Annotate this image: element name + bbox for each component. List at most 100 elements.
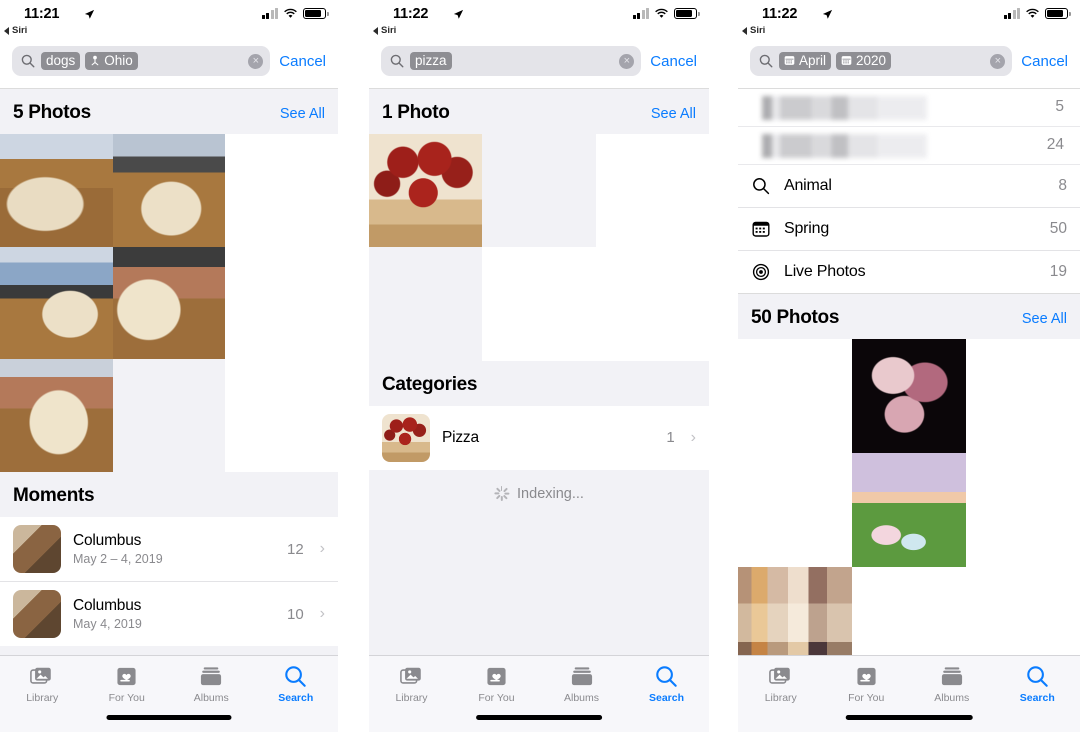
- battery-icon: [303, 8, 329, 19]
- spinner-icon: [494, 486, 510, 502]
- suggestion-row-spring[interactable]: Spring 50: [738, 208, 1080, 251]
- tab-bar: Library For You Albums Search: [0, 655, 338, 732]
- category-title: Pizza: [442, 428, 479, 446]
- suggestion-row-animal[interactable]: Animal 8: [738, 165, 1080, 208]
- tab-label: Library: [26, 692, 59, 704]
- tab-for-you[interactable]: For You: [454, 664, 539, 704]
- search-token-ohio[interactable]: Ohio: [85, 52, 138, 70]
- suggestions-list: 5 24 Animal 8 Spring 50 Live Photos 19: [738, 89, 1080, 293]
- home-indicator[interactable]: [106, 715, 232, 720]
- photo-grid: [738, 339, 1080, 655]
- home-indicator[interactable]: [476, 715, 602, 720]
- search-icon: [21, 54, 35, 68]
- search-input[interactable]: pizza ×: [381, 46, 642, 76]
- back-to-app-button[interactable]: Siri: [742, 25, 765, 36]
- photo-thumbnail[interactable]: [738, 453, 852, 567]
- moment-thumbnail: [13, 525, 61, 574]
- photo-thumbnail[interactable]: [852, 567, 966, 655]
- categories-list: Pizza 1 ›: [369, 405, 709, 470]
- home-indicator[interactable]: [845, 715, 973, 720]
- tab-bar: Library For You Albums Search: [738, 655, 1080, 732]
- back-to-app-button[interactable]: Siri: [373, 25, 396, 36]
- tab-search[interactable]: Search: [254, 664, 339, 704]
- photos-count-title: 1 Photo: [382, 102, 450, 123]
- token-label: Ohio: [104, 53, 133, 68]
- cancel-button[interactable]: Cancel: [279, 53, 326, 70]
- photo-thumbnail[interactable]: [112, 134, 226, 247]
- clear-search-button[interactable]: ×: [248, 53, 264, 69]
- tab-label: For You: [478, 692, 515, 704]
- cancel-button[interactable]: Cancel: [1021, 53, 1068, 70]
- back-triangle-icon: [373, 26, 378, 35]
- search-icon: [655, 664, 678, 688]
- clear-search-button[interactable]: ×: [990, 53, 1006, 69]
- chevron-right-icon: ›: [319, 605, 325, 623]
- tab-label: Search: [648, 692, 685, 704]
- wifi-icon: [1026, 8, 1039, 18]
- tab-for-you[interactable]: For You: [824, 664, 910, 704]
- phone-panel-pizza: 11:22 Siri pizza × Cancel 1 Photo See Al…: [369, 0, 709, 732]
- photo-thumbnail[interactable]: [852, 339, 967, 454]
- search-input[interactable]: April 2020 ×: [750, 46, 1013, 76]
- photo-thumbnail[interactable]: [738, 339, 852, 453]
- status-indicators: [632, 8, 700, 19]
- see-all-link[interactable]: See All: [1022, 311, 1067, 327]
- live-photos-icon: [751, 262, 771, 282]
- signal-bars-icon: [632, 8, 649, 19]
- moment-row[interactable]: Columbus May 2 – 4, 2019 12 ›: [0, 517, 338, 583]
- photo-thumbnail[interactable]: [852, 453, 967, 568]
- category-text: Pizza: [442, 429, 654, 447]
- tab-search[interactable]: Search: [995, 664, 1080, 704]
- tab-albums[interactable]: Albums: [909, 664, 995, 704]
- back-to-app-button[interactable]: Siri: [4, 25, 27, 36]
- indexing-label: Indexing...: [517, 485, 584, 502]
- search-token-april[interactable]: April: [779, 52, 832, 70]
- search-token-dogs[interactable]: dogs: [41, 52, 81, 70]
- search-results[interactable]: 5 Photos See All Moments Columbus May 2 …: [0, 89, 338, 655]
- photo-grid: [0, 134, 338, 473]
- tab-library[interactable]: Library: [369, 664, 454, 704]
- search-icon: [284, 664, 307, 688]
- photo-thumbnail[interactable]: [738, 567, 853, 655]
- back-app-label: Siri: [381, 25, 397, 36]
- tab-search[interactable]: Search: [624, 664, 709, 704]
- photo-thumbnail[interactable]: [0, 246, 113, 360]
- back-triangle-icon: [4, 26, 9, 35]
- tab-label: For You: [848, 692, 885, 704]
- moment-row[interactable]: Columbus May 4, 2019 10 ›: [0, 582, 338, 647]
- tab-for-you[interactable]: For You: [85, 664, 170, 704]
- suggestion-row-redacted[interactable]: 5: [738, 89, 1080, 127]
- moment-count: 10: [286, 605, 304, 623]
- token-label: dogs: [46, 53, 76, 68]
- three-phone-screenshot-comparison: 11:21 Siri dogs Ohio × Cancel 5 Photos S…: [0, 0, 1080, 732]
- photo-thumbnail[interactable]: [369, 134, 483, 248]
- see-all-link[interactable]: See All: [651, 106, 696, 122]
- tab-label: Library: [395, 692, 428, 704]
- albums-stack-icon: [941, 664, 963, 688]
- redacted-label: [762, 96, 927, 120]
- tab-library[interactable]: Library: [738, 664, 824, 704]
- suggestion-row-redacted[interactable]: 24: [738, 127, 1080, 165]
- tab-label: For You: [108, 692, 145, 704]
- clear-search-button[interactable]: ×: [619, 53, 635, 69]
- photo-thumbnail[interactable]: [0, 359, 113, 473]
- photo-thumbnail[interactable]: [0, 134, 113, 247]
- tab-albums[interactable]: Albums: [169, 664, 254, 704]
- calendar-icon: [751, 219, 771, 239]
- tab-label: Albums: [934, 692, 970, 704]
- tab-albums[interactable]: Albums: [539, 664, 624, 704]
- search-results[interactable]: 1 Photo See All Categories Pizza 1 › Ind…: [369, 89, 709, 655]
- albums-stack-icon: [200, 664, 222, 688]
- photo-thumbnail[interactable]: [112, 246, 226, 360]
- suggestion-row-live-photos[interactable]: Live Photos 19: [738, 251, 1080, 293]
- search-token-2020[interactable]: 2020: [836, 52, 892, 70]
- search-input[interactable]: dogs Ohio ×: [12, 46, 271, 76]
- tab-library[interactable]: Library: [0, 664, 85, 704]
- cancel-button[interactable]: Cancel: [650, 53, 697, 70]
- category-row[interactable]: Pizza 1 ›: [369, 405, 709, 470]
- search-results[interactable]: 5 24 Animal 8 Spring 50 Live Photos 19 5…: [738, 89, 1080, 655]
- see-all-link[interactable]: See All: [280, 106, 325, 122]
- moments-title: Moments: [13, 485, 95, 507]
- calendar-icon: [784, 56, 795, 65]
- search-token-pizza[interactable]: pizza: [410, 52, 452, 70]
